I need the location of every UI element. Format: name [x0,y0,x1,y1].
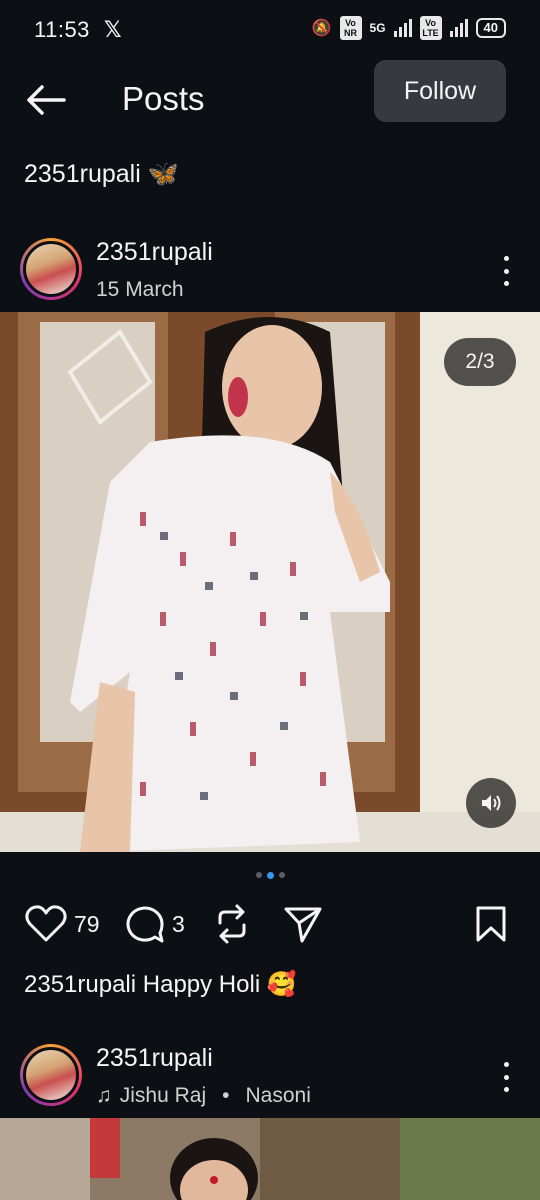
carousel-dot [255,872,262,878]
status-time: 11:53 [34,17,90,42]
share-send-icon[interactable] [282,900,324,948]
like-action[interactable]: 79 [24,900,100,948]
comment-count: 3 [172,910,185,937]
post-header: 2351rupali 15 March [0,236,540,312]
avatar[interactable] [20,238,82,300]
butterfly-emoji: 🦋 [147,160,179,188]
volte-sim1-icon: Vo NR [339,16,362,40]
top-bar: Posts Follow [0,60,540,140]
repost-icon[interactable] [212,900,252,948]
post-image[interactable] [0,312,540,852]
status-icons: 🔕 Vo NR 5G Vo LTE 40 [312,16,506,40]
post-username[interactable]: 2351rupali [96,238,213,267]
music-note-icon: ♫ [96,1084,112,1107]
carousel-dot [278,872,285,878]
post-header-2: 2351rupali ♫ Jishu Raj • Nasoni [0,1042,540,1118]
network-type-label: 5G [369,21,386,35]
music-line[interactable]: ♫ Jishu Raj • Nasoni [96,1084,311,1108]
more-options-icon[interactable] [500,1062,512,1092]
caption-text: Happy Holi 🥰 [142,971,297,998]
post-actions: 79 3 [0,900,540,948]
sound-icon[interactable] [466,778,516,828]
heart-icon[interactable] [24,904,68,944]
signal-sim2-icon [449,19,468,37]
comment-icon[interactable] [124,903,166,945]
carousel-dot-active [266,872,274,879]
music-title: Nasoni [245,1084,311,1107]
comment-action[interactable]: 3 [124,900,185,948]
back-arrow-icon[interactable] [24,78,68,122]
page-title: Posts [122,80,205,117]
post-username[interactable]: 2351rupali [96,1044,213,1073]
post-image-2[interactable] [0,1118,540,1200]
caption-username[interactable]: 2351rupali [24,971,136,998]
status-bar: 11:53 𝕏 🔕 Vo NR 5G Vo LTE 40 [0,0,540,60]
music-artist: Jishu Raj [119,1084,207,1107]
image-counter-badge: 2/3 [444,338,516,386]
battery-icon: 40 [475,18,506,38]
follow-button[interactable]: Follow [374,60,506,122]
carousel-indicator [0,872,540,882]
post-caption: 2351rupali Happy Holi 🥰 [24,970,297,999]
account-handle: 2351rupali [24,160,141,188]
bookmark-icon[interactable] [474,900,508,948]
music-separator: • [222,1084,230,1107]
signal-sim1-icon [393,19,412,37]
more-options-icon[interactable] [500,256,512,286]
like-count: 79 [74,910,100,937]
mute-bell-icon: 🔕 [311,20,332,37]
avatar[interactable] [20,1044,82,1106]
account-handle-line[interactable]: 2351rupali 🦋 [24,160,179,189]
post-date: 15 March [96,278,184,301]
x-app-icon: 𝕏 [103,17,122,42]
volte-sim2-icon: Vo LTE [419,16,442,40]
